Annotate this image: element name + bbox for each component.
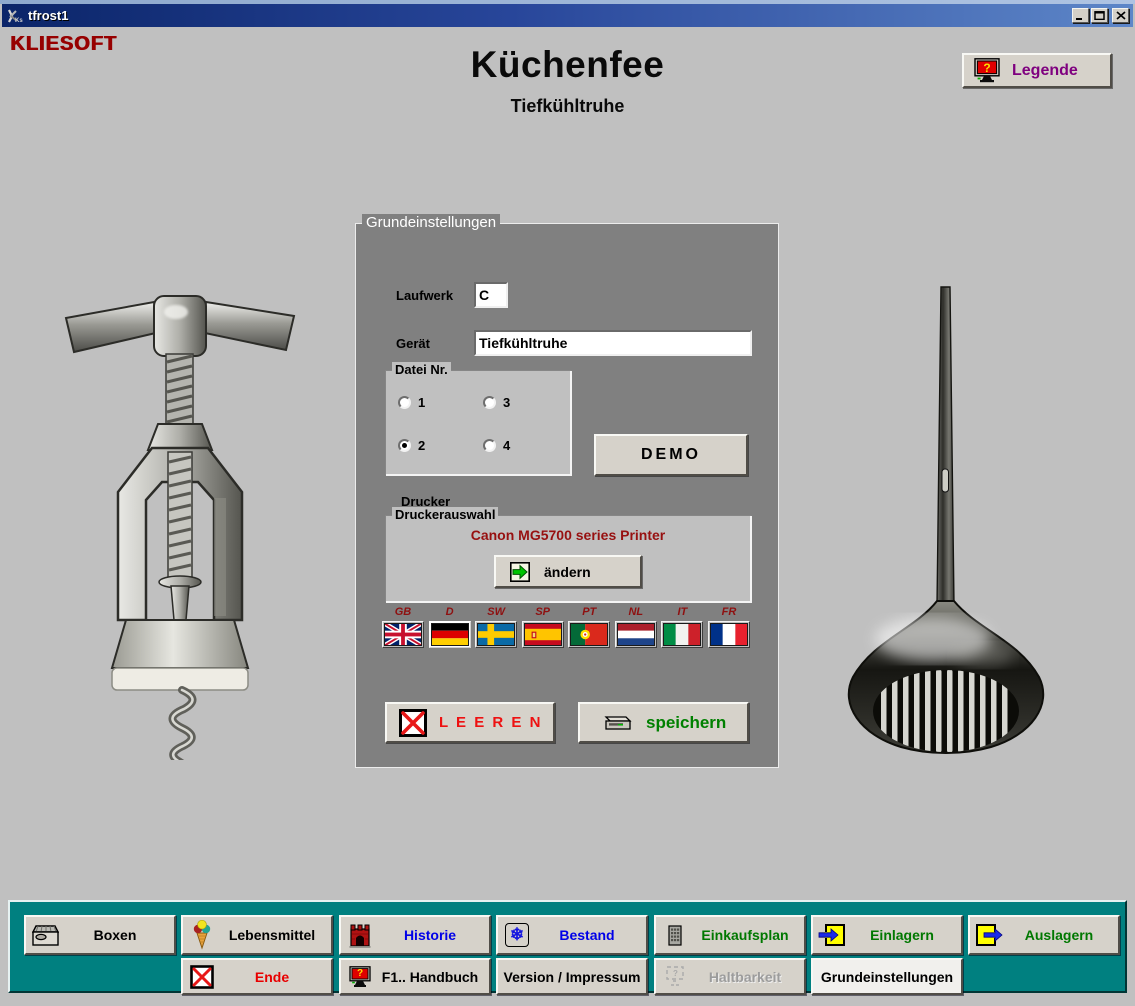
radio-datei-3[interactable]: 3 xyxy=(483,395,510,410)
flag-button-pt[interactable] xyxy=(568,621,610,648)
store-out-icon xyxy=(974,923,1004,947)
flag-label-d: D xyxy=(429,606,471,618)
aendern-button[interactable]: ändern xyxy=(494,555,642,588)
toolbar-button-historie[interactable]: Historie xyxy=(339,915,491,955)
corkscrew-photo xyxy=(58,290,303,765)
radio-datei-1[interactable]: 1 xyxy=(398,395,425,410)
geraet-label: Gerät xyxy=(396,336,430,351)
flag-label-pt: PT xyxy=(568,606,610,618)
app-icon: Ks xyxy=(6,8,23,24)
skimmer-photo xyxy=(833,283,1061,768)
toolbar-button-bestand[interactable]: ❄ Bestand xyxy=(496,915,648,955)
toolbar-button-einlagern[interactable]: Einlagern xyxy=(811,915,963,955)
maximize-button[interactable] xyxy=(1091,8,1108,23)
toolbar-button-ende[interactable]: Ende xyxy=(181,958,333,995)
toolbar-button-grundeinstellungen[interactable]: Grundeinstellungen xyxy=(811,958,963,995)
help-monitor-icon: ? xyxy=(974,58,1000,83)
legende-label: Legende xyxy=(1012,62,1078,80)
datei-nr-legend: Datei Nr. xyxy=(392,362,451,377)
radio-datei-4[interactable]: 4 xyxy=(483,438,510,453)
druckerauswahl-legend: Druckerauswahl xyxy=(392,507,498,522)
toolbar-button-lebensmittel[interactable]: Lebensmittel xyxy=(181,915,333,955)
toolbar-button-version-impressum[interactable]: Version / Impressum xyxy=(496,958,648,995)
laufwerk-input[interactable] xyxy=(474,282,508,308)
printer-name: Canon MG5700 series Printer xyxy=(385,527,751,543)
flag-button-fr[interactable] xyxy=(708,621,750,648)
store-in-icon xyxy=(817,923,847,947)
geraet-input[interactable] xyxy=(474,330,752,356)
toolbar-button-haltbarkeit: ? Haltbarkeit xyxy=(654,958,806,995)
titlebar[interactable]: Ks tfrost1 xyxy=(2,4,1133,27)
radio-icon xyxy=(483,396,496,409)
svg-text:?: ? xyxy=(673,969,678,978)
flag-label-sw: SW xyxy=(475,606,517,618)
flag-label-fr: FR xyxy=(708,606,750,618)
close-icon[interactable] xyxy=(1112,8,1129,23)
radio-icon xyxy=(483,439,496,452)
speichern-label: speichern xyxy=(646,713,726,733)
castle-icon xyxy=(345,923,375,948)
grundeinstellungen-panel: Grundeinstellungen Laufwerk Gerät Datei … xyxy=(355,223,779,768)
minimize-button[interactable] xyxy=(1072,8,1089,23)
flag-button-it[interactable] xyxy=(661,621,703,648)
flag-button-gb[interactable] xyxy=(382,621,424,648)
ice-cream-icon xyxy=(187,920,217,950)
notepad-icon xyxy=(660,925,690,946)
svg-text:Ks: Ks xyxy=(15,18,23,24)
leeren-button[interactable]: L E E R E N xyxy=(385,702,555,743)
leeren-label: L E E R E N xyxy=(439,714,542,731)
question-glyph: ? xyxy=(974,61,1000,76)
radio-icon-checked xyxy=(398,439,411,452)
ghost-monitor-icon: ? xyxy=(660,966,690,988)
laufwerk-label: Laufwerk xyxy=(396,288,453,303)
snowflake-icon: ❄ xyxy=(502,923,532,947)
toolbar-button-handbuch[interactable]: ? F1.. Handbuch xyxy=(339,958,491,995)
toolbar-button-boxen[interactable]: Boxen xyxy=(24,915,176,955)
panel-legend: Grundeinstellungen xyxy=(362,214,500,231)
box-icon xyxy=(30,924,60,947)
red-x-box-icon xyxy=(399,709,427,737)
red-x-box-icon xyxy=(187,965,217,989)
change-arrow-icon xyxy=(510,562,530,582)
flag-button-nl[interactable] xyxy=(615,621,657,648)
demo-button[interactable]: DEMO xyxy=(594,434,748,476)
flag-button-sp[interactable] xyxy=(522,621,564,648)
legende-button[interactable]: ? Legende xyxy=(962,53,1112,88)
aendern-label: ändern xyxy=(544,564,591,580)
speichern-button[interactable]: speichern xyxy=(578,702,749,743)
radio-icon xyxy=(398,396,411,409)
flag-label-nl: NL xyxy=(615,606,657,618)
radio-datei-2[interactable]: 2 xyxy=(398,438,425,453)
toolbar-button-einkaufsplan[interactable]: Einkaufsplan xyxy=(654,915,806,955)
application-window: Ks tfrost1 KLIESOFT Küchenfee Tiefkühltr… xyxy=(0,0,1135,1006)
flag-label-sp: SP xyxy=(522,606,564,618)
flag-button-d[interactable] xyxy=(429,621,471,648)
flag-label-it: IT xyxy=(661,606,703,618)
toolbar-button-auslagern[interactable]: Auslagern xyxy=(968,915,1120,955)
flag-label-gb: GB xyxy=(382,606,424,618)
flag-labels: GB D SW SP PT NL IT FR xyxy=(382,606,750,618)
help-monitor-icon: ? xyxy=(345,966,375,988)
flag-button-sw[interactable] xyxy=(475,621,517,648)
main-toolbar: Boxen Lebensmittel xyxy=(8,900,1127,993)
druckerauswahl-group: Druckerauswahl Canon MG5700 series Print… xyxy=(385,515,751,602)
window-title: tfrost1 xyxy=(28,8,68,23)
language-flags: GB D SW SP PT NL IT FR xyxy=(382,606,750,648)
page-subtitle: Tiefkühltruhe xyxy=(0,96,1135,117)
disk-drive-icon xyxy=(602,713,632,733)
datei-nr-group: Datei Nr. 1 3 2 4 xyxy=(385,370,571,475)
